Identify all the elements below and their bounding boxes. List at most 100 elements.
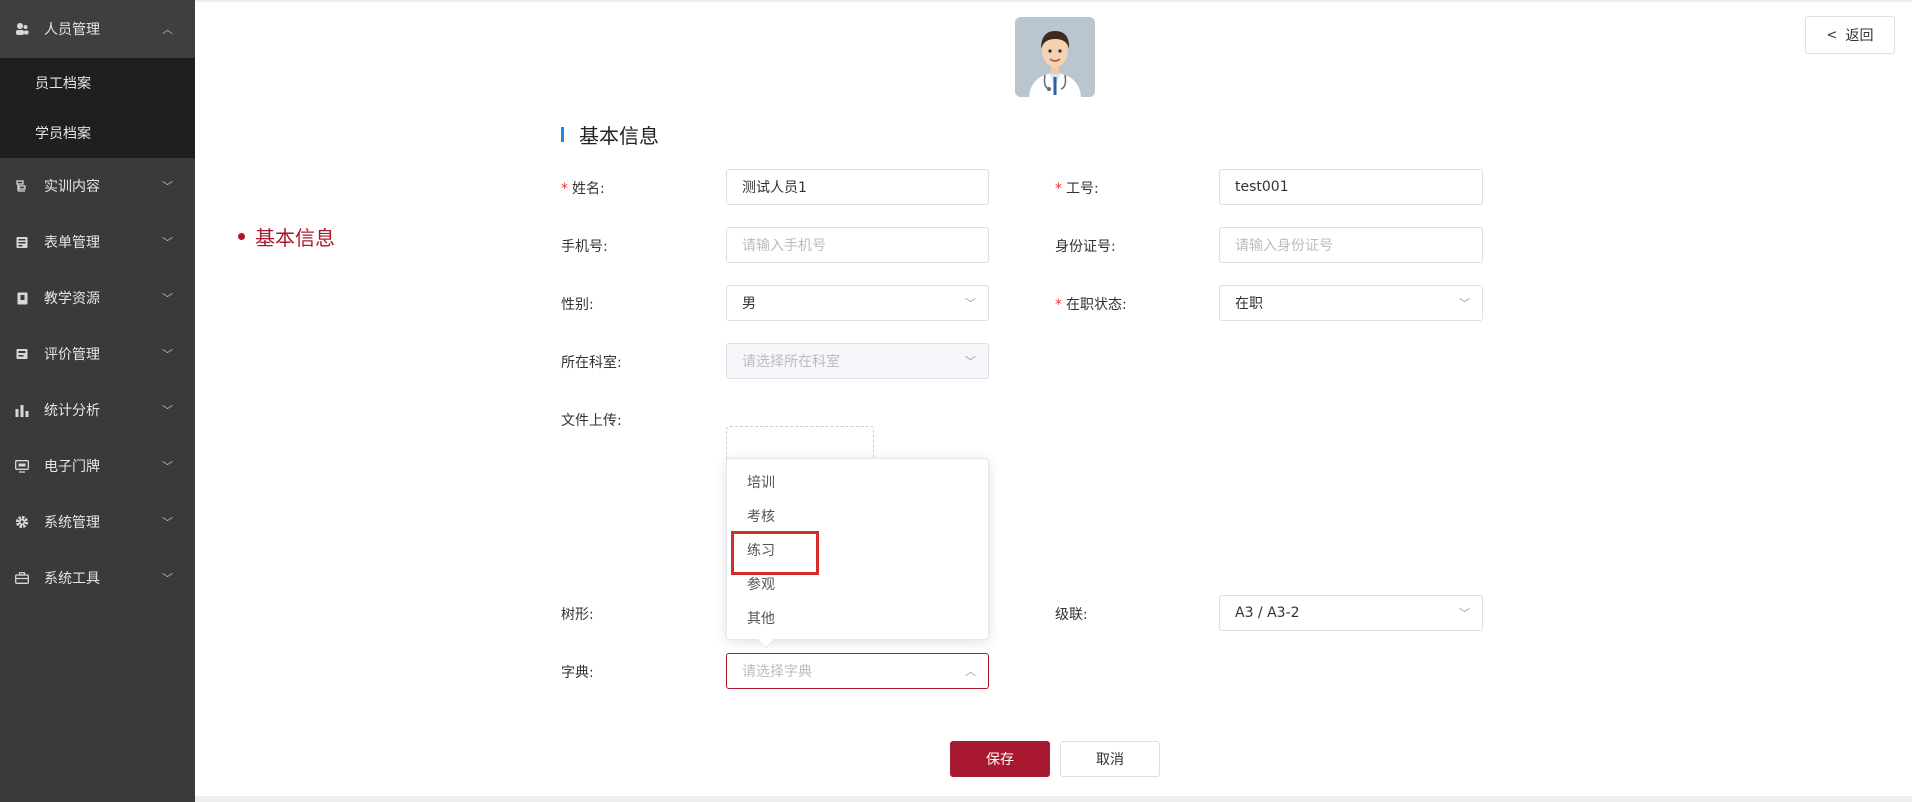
sidebar-item-personnel[interactable]: 人员管理 ︿: [0, 0, 195, 58]
footer-divider: [195, 796, 1912, 802]
gender-label: 性别:: [561, 294, 594, 314]
sidebar-subitem-student-records[interactable]: 学员档案: [0, 108, 195, 158]
dictionary-select[interactable]: 请选择字典 ︿: [726, 653, 989, 689]
resource-icon: [14, 290, 30, 306]
employment-status-value: 在职: [1235, 296, 1263, 312]
cascade-select[interactable]: A3 / A3-2 ﹀: [1219, 595, 1483, 631]
avatar: [1015, 17, 1095, 97]
id-card-label: 身份证号:: [1055, 236, 1116, 256]
sidebar-item-training-content[interactable]: 实训内容 ﹀: [0, 158, 195, 214]
chevron-up-icon: ︿: [965, 665, 976, 678]
save-button[interactable]: 保存: [950, 741, 1050, 777]
sidebar-item-system-tools[interactable]: 系统工具 ﹀: [0, 550, 195, 606]
department-select-placeholder: 请选择所在科室: [742, 354, 840, 370]
dictionary-select-placeholder: 请选择字典: [742, 664, 812, 680]
submenu-personnel: 员工档案 学员档案: [0, 58, 195, 158]
sidebar-subitem-staff-records[interactable]: 员工档案: [0, 58, 195, 108]
users-icon: [14, 21, 30, 37]
section-title: 基本信息: [561, 120, 659, 149]
chevron-up-icon: ︿: [162, 23, 173, 36]
back-button[interactable]: < 返回: [1805, 16, 1895, 54]
back-button-label: 返回: [1845, 28, 1874, 44]
department-label: 所在科室:: [561, 352, 622, 372]
cascade-label: 级联:: [1055, 604, 1088, 624]
cascade-select-value: A3 / A3-2: [1235, 605, 1300, 621]
dropdown-option[interactable]: 培训: [727, 465, 988, 499]
department-label-text: 所在科室:: [561, 355, 622, 371]
job-number-label: * 工号:: [1055, 178, 1099, 198]
sidebar-item-label: 系统工具: [44, 571, 100, 587]
name-label: * 姓名:: [561, 178, 605, 198]
phone-label: 手机号:: [561, 236, 608, 256]
sidebar-item-e-doorplate[interactable]: 电子门牌 ﹀: [0, 438, 195, 494]
dictionary-label: 字典:: [561, 662, 594, 682]
id-card-label-text: 身份证号:: [1055, 239, 1116, 255]
name-label-text: 姓名:: [572, 181, 605, 197]
sidebar-item-form-management[interactable]: 表单管理 ﹀: [0, 214, 195, 270]
gear-icon: [14, 514, 30, 530]
dictionary-label-text: 字典:: [561, 665, 594, 681]
form-icon: [14, 234, 30, 250]
sidebar-item-label: 教学资源: [44, 291, 100, 307]
upload-label: 文件上传:: [561, 410, 622, 430]
section-title-text: 基本信息: [579, 124, 659, 148]
sidebar-item-statistics[interactable]: 统计分析 ﹀: [0, 382, 195, 438]
phone-input-placeholder: 请输入手机号: [742, 238, 826, 254]
tree-label-text: 树形:: [561, 607, 594, 623]
required-mark: *: [561, 181, 568, 197]
sidebar-item-label: 评价管理: [44, 347, 100, 363]
chevron-down-icon: ﹀: [162, 460, 173, 473]
chevron-down-icon: ﹀: [1459, 297, 1470, 310]
dropdown-option-highlighted[interactable]: 练习: [727, 531, 988, 575]
content-icon: [14, 178, 30, 194]
sidebar-item-teaching-resources[interactable]: 教学资源 ﹀: [0, 270, 195, 326]
monitor-icon: [14, 458, 30, 474]
bar-chart-icon: [14, 402, 30, 418]
phone-input[interactable]: 请输入手机号: [726, 227, 989, 263]
sidebar-item-label: 统计分析: [44, 403, 100, 419]
phone-label-text: 手机号:: [561, 239, 608, 255]
chevron-down-icon: ﹀: [162, 516, 173, 529]
evaluation-icon: [14, 346, 30, 362]
upload-label-text: 文件上传:: [561, 413, 622, 429]
gender-label-text: 性别:: [561, 297, 594, 313]
cancel-button[interactable]: 取消: [1060, 741, 1160, 777]
employment-status-label: * 在职状态:: [1055, 294, 1127, 314]
job-number-input[interactable]: test001: [1219, 169, 1483, 205]
section-title-bar: [561, 127, 564, 142]
job-number-input-value: test001: [1235, 179, 1289, 195]
doctor-avatar-icon: [1015, 17, 1095, 97]
chevron-down-icon: ﹀: [162, 180, 173, 193]
cascade-label-text: 级联:: [1055, 607, 1088, 623]
toolbox-icon: [14, 570, 30, 586]
sidebar-item-label: 表单管理: [44, 235, 100, 251]
anchor-label: 基本信息: [255, 226, 335, 250]
employment-status-select[interactable]: 在职 ﹀: [1219, 285, 1483, 321]
dropdown-option[interactable]: 考核: [727, 499, 988, 533]
chevron-down-icon: ﹀: [965, 297, 976, 310]
required-mark: *: [1055, 181, 1062, 197]
sidebar-item-label: 电子门牌: [44, 459, 100, 475]
gender-select[interactable]: 男 ﹀: [726, 285, 989, 321]
name-input[interactable]: 测试人员1: [726, 169, 989, 205]
gender-select-value: 男: [742, 296, 756, 312]
anchor-dot-icon: [238, 233, 245, 240]
main-content: [195, 0, 1912, 802]
dropdown-option[interactable]: 其他: [727, 601, 988, 635]
anchor-link-basic-info[interactable]: 基本信息: [238, 222, 335, 251]
id-card-input[interactable]: 请输入身份证号: [1219, 227, 1483, 263]
chevron-left-icon: <: [1826, 27, 1838, 43]
job-number-label-text: 工号:: [1066, 181, 1099, 197]
chevron-down-icon: ﹀: [965, 355, 976, 368]
tree-label: 树形:: [561, 604, 594, 624]
department-select[interactable]: 请选择所在科室 ﹀: [726, 343, 989, 379]
sidebar-item-label: 实训内容: [44, 179, 100, 195]
chevron-down-icon: ﹀: [162, 404, 173, 417]
sidebar-item-system-management[interactable]: 系统管理 ﹀: [0, 494, 195, 550]
sidebar-item-evaluation[interactable]: 评价管理 ﹀: [0, 326, 195, 382]
id-card-input-placeholder: 请输入身份证号: [1235, 238, 1333, 254]
sidebar-item-label: 人员管理: [44, 22, 100, 38]
sidebar-item-label: 系统管理: [44, 515, 100, 531]
chevron-down-icon: ﹀: [162, 572, 173, 585]
required-mark: *: [1055, 297, 1062, 313]
